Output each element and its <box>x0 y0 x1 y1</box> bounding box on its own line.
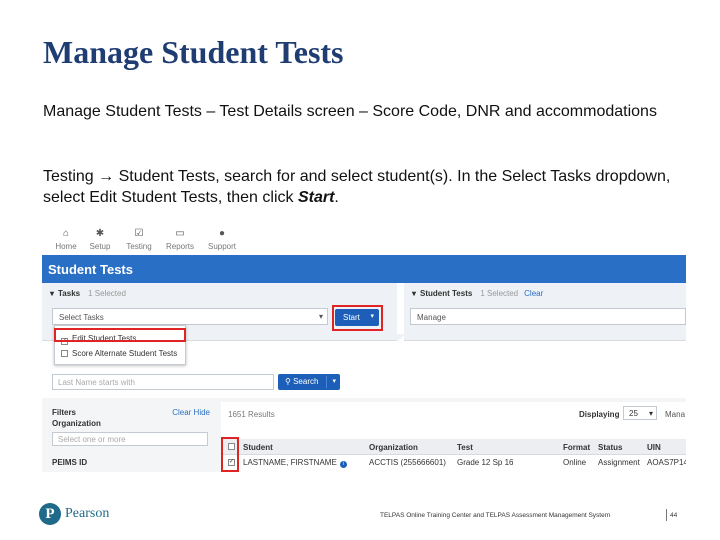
slide-instructions: Testing → Student Tests, search for and … <box>43 166 693 208</box>
caret-down-icon: ▾ <box>50 289 55 298</box>
select-tasks-dropdown[interactable]: Select Tasks ▾ <box>52 308 328 325</box>
peims-id-label: PEIMS ID <box>52 458 88 467</box>
top-navigation: ⌂ Home ✱ Setup ☑ Testing ▭ Reports ● Sup… <box>42 222 302 254</box>
filters-title: Filters <box>52 408 77 417</box>
nav-setup[interactable]: ✱ Setup <box>80 228 120 251</box>
pearson-logo: P Pearson <box>39 503 149 527</box>
nav-support[interactable]: ● Support <box>202 228 242 251</box>
report-icon: ▭ <box>175 228 185 239</box>
table-header: Student Organization Test Format Status … <box>221 439 686 455</box>
col-format[interactable]: Format <box>563 443 590 452</box>
displaying-label: Displaying <box>579 410 620 419</box>
unchecked-icon <box>61 350 68 357</box>
col-status[interactable]: Status <box>598 443 622 452</box>
pearson-logo-text: Pearson <box>65 506 110 521</box>
cell-status: Assignment <box>598 458 640 467</box>
cell-uin: AOAS7P14 <box>647 458 686 467</box>
info-icon[interactable]: i <box>339 461 347 468</box>
support-icon: ● <box>218 228 226 239</box>
filters-panel: Filters Clear Hide Organization Select o… <box>52 408 210 472</box>
organization-select[interactable]: Select one or more <box>52 432 208 446</box>
page-number: 44 <box>670 512 678 519</box>
highlight-start-button <box>332 305 383 331</box>
highlight-edit-student-tests <box>54 328 186 342</box>
banner-title: Student Tests <box>48 262 133 277</box>
student-tests-panel: ▾ Student Tests 1 Selected Clear Manage <box>404 283 686 341</box>
page-banner: Student Tests <box>42 255 686 283</box>
cell-test: Grade 12 Sp 16 <box>457 458 514 467</box>
instructions-start-emphasis: Start <box>297 189 335 206</box>
student-tests-panel-header[interactable]: ▾ Student Tests 1 Selected Clear <box>412 289 543 298</box>
search-input[interactable]: Last Name starts with <box>52 374 274 390</box>
highlight-row-checkbox <box>221 437 239 472</box>
chevron-down-icon: ▾ <box>332 378 336 385</box>
pearson-logo-icon: P <box>39 503 61 525</box>
col-organization[interactable]: Organization <box>369 443 418 452</box>
panel-pointer <box>391 334 405 341</box>
option-score-alternate-student-tests[interactable]: Score Alternate Student Tests <box>61 349 177 358</box>
chevron-down-icon: ▾ <box>648 409 653 418</box>
table-row[interactable]: ✓ LASTNAME, FIRSTNAME i ACCTIS (255666601… <box>221 456 686 470</box>
displaying-select[interactable]: 25 ▾ <box>623 406 657 420</box>
cell-student: LASTNAME, FIRSTNAME i <box>243 458 347 468</box>
gear-icon: ✱ <box>95 228 105 239</box>
search-button[interactable]: ⚲ Search ▾ <box>278 374 340 390</box>
clear-link[interactable]: Clear <box>524 289 543 298</box>
search-icon: ⚲ <box>285 377 291 386</box>
cell-format: Online <box>563 458 587 467</box>
caret-down-icon: ▾ <box>412 289 417 298</box>
filters-clear-hide-links[interactable]: Clear Hide <box>172 408 210 417</box>
chevron-down-icon: ▾ <box>318 312 323 321</box>
instructions-text: Testing → Student Tests, search for and … <box>43 168 671 206</box>
slide-title: Manage Student Tests <box>43 34 344 70</box>
footer-text: TELPAS Online Training Center and TELPAS… <box>380 512 611 519</box>
col-test[interactable]: Test <box>457 443 473 452</box>
footer-divider <box>666 509 667 521</box>
col-uin[interactable]: UIN <box>647 443 661 452</box>
tasks-panel-header[interactable]: ▾ Tasks 1 Selected <box>50 289 126 298</box>
checkbox-icon: ☑ <box>134 228 144 239</box>
app-screenshot: ⌂ Home ✱ Setup ☑ Testing ▭ Reports ● Sup… <box>42 222 686 472</box>
nav-testing[interactable]: ☑ Testing <box>119 228 159 251</box>
slide-subtitle: Manage Student Tests – Test Details scre… <box>43 103 657 120</box>
organization-label: Organization <box>52 419 101 428</box>
cell-organization: ACCTIS (255666601) <box>369 458 446 467</box>
nav-reports[interactable]: ▭ Reports <box>160 228 200 251</box>
col-student[interactable]: Student <box>243 443 273 452</box>
manage-label[interactable]: Mana <box>665 410 685 419</box>
student-tests-select[interactable]: Manage <box>410 308 686 325</box>
results-panel: 1651 Results Displaying 25 ▾ Mana Studen… <box>221 402 686 472</box>
results-count: 1651 Results <box>228 410 275 419</box>
instructions-period: . <box>334 189 339 206</box>
